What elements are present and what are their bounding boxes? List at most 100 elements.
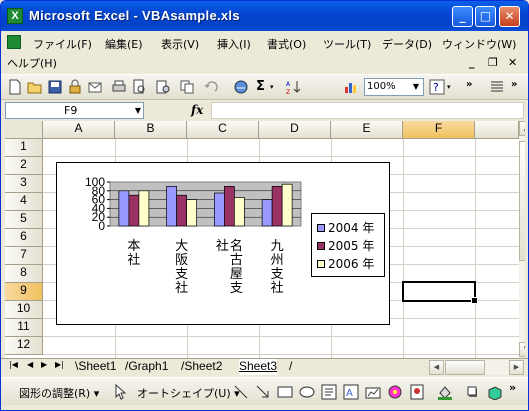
chart-wizard-icon[interactable] xyxy=(343,79,359,95)
column-header-f[interactable]: F xyxy=(403,121,475,139)
autoshapes-button[interactable]: オートシェイプ(U) ▾ xyxy=(137,385,240,401)
email-icon[interactable] xyxy=(87,79,103,95)
row-header-3[interactable]: 3 xyxy=(5,175,43,193)
scroll-right-icon[interactable]: ▶ xyxy=(509,360,524,375)
column-header-c[interactable]: C xyxy=(187,121,259,139)
vertical-scrollbar[interactable]: ▲ ▼ xyxy=(519,121,525,358)
sort-ascending-icon[interactable]: AZ xyxy=(285,79,301,95)
menu-file[interactable]: ファイル(F) xyxy=(33,36,92,52)
sheet-tab-label: Sheet3 xyxy=(239,359,278,373)
scrollbar-thumb[interactable] xyxy=(519,141,525,261)
horizontal-scrollbar[interactable]: ◀ ▶ xyxy=(429,360,525,375)
menu-window[interactable]: ウィンドウ(W) xyxy=(442,36,516,52)
excel-app-icon[interactable]: X xyxy=(7,8,23,24)
prev-sheet-icon[interactable]: ◀ xyxy=(27,360,33,369)
menu-help[interactable]: ヘルプ(H) xyxy=(7,55,57,71)
shadow-style-icon[interactable] xyxy=(467,384,483,400)
new-icon[interactable] xyxy=(7,79,23,95)
formula-input[interactable] xyxy=(211,102,524,119)
name-box[interactable]: F9 ▼ xyxy=(5,102,144,119)
menu-format[interactable]: 書式(O) xyxy=(267,36,306,52)
help-dropdown-icon[interactable]: ▾ xyxy=(447,79,463,95)
row-header-8[interactable]: 8 xyxy=(5,265,43,283)
title-bar[interactable]: X Microsoft Excel - VBAsample.xls _ □ ✕ xyxy=(1,1,528,31)
sheet-tab-sheet1[interactable]: \Sheet1 xyxy=(75,359,116,375)
workbook-icon[interactable] xyxy=(7,35,21,49)
scroll-down-icon[interactable]: ▼ xyxy=(519,342,525,357)
hyperlink-icon[interactable] xyxy=(233,79,249,95)
row-header-1[interactable]: 1 xyxy=(5,139,43,157)
doc-close-button[interactable]: ✕ xyxy=(508,56,517,69)
zoom-dropdown[interactable]: 100% ▼ xyxy=(364,78,424,96)
save-icon[interactable] xyxy=(47,79,63,95)
research-icon[interactable] xyxy=(155,79,171,95)
text-box-icon[interactable] xyxy=(321,384,337,400)
sheet-tab-sheet2[interactable]: /Sheet2 xyxy=(181,359,222,375)
doc-minimize-button[interactable]: _ xyxy=(469,56,475,69)
diagram-icon[interactable] xyxy=(365,384,381,400)
print-icon[interactable] xyxy=(111,79,127,95)
insert-picture-icon[interactable] xyxy=(409,384,425,400)
permission-icon[interactable] xyxy=(67,79,83,95)
3d-style-icon[interactable] xyxy=(487,384,503,400)
row-header-2[interactable]: 2 xyxy=(5,157,43,175)
insert-function-icon[interactable]: fx xyxy=(191,103,203,117)
scroll-left-icon[interactable]: ◀ xyxy=(429,360,444,375)
arrow-icon[interactable] xyxy=(255,384,271,400)
undo-icon[interactable] xyxy=(203,79,219,95)
last-sheet-icon[interactable]: ▶| xyxy=(55,360,64,369)
maximize-button[interactable]: □ xyxy=(475,6,496,27)
column-header-a[interactable]: A xyxy=(43,121,115,139)
sheet-tab-sheet3[interactable]: Sheet3 xyxy=(239,359,278,375)
menu-view[interactable]: 表示(V) xyxy=(161,36,199,52)
menu-insert[interactable]: 挿入(I) xyxy=(217,36,251,52)
autosum-dropdown-icon[interactable]: ▾ xyxy=(270,79,286,95)
column-header-g[interactable] xyxy=(475,121,519,139)
rectangle-icon[interactable] xyxy=(277,384,293,400)
row-header-7[interactable]: 7 xyxy=(5,247,43,265)
fill-color-icon[interactable] xyxy=(437,384,453,400)
scroll-up-icon[interactable]: ▲ xyxy=(519,121,525,136)
column-header-b[interactable]: B xyxy=(115,121,187,139)
column-header-e[interactable]: E xyxy=(331,121,403,139)
chart-legend[interactable]: 2004 年 2005 年 2006 年 xyxy=(311,213,385,277)
name-box-dropdown-icon[interactable]: ▼ xyxy=(135,103,141,118)
select-objects-icon[interactable] xyxy=(113,384,129,400)
sheet-tab-graph1[interactable]: /Graph1 xyxy=(125,359,168,375)
toolbar-options-icon[interactable]: » xyxy=(466,79,482,95)
drawbar-options-icon[interactable]: » xyxy=(509,381,516,394)
close-button[interactable]: ✕ xyxy=(499,6,520,27)
column-header-d[interactable]: D xyxy=(259,121,331,139)
select-all-corner[interactable] xyxy=(5,121,43,139)
draw-menu-button[interactable]: 図形の調整(R) ▾ xyxy=(19,385,99,401)
menu-tools[interactable]: ツール(T) xyxy=(323,36,371,52)
row-header-6[interactable]: 6 xyxy=(5,229,43,247)
menu-edit[interactable]: 編集(E) xyxy=(105,36,143,52)
minimize-button[interactable]: _ xyxy=(452,6,473,27)
toolbar-options-2-icon[interactable]: » xyxy=(511,79,527,95)
next-sheet-icon[interactable]: ▶ xyxy=(41,360,47,369)
active-cell-f9[interactable] xyxy=(402,281,478,304)
help-icon[interactable]: ? xyxy=(429,79,445,95)
row-header-9[interactable]: 9 xyxy=(5,283,43,301)
worksheet-grid[interactable]: A B C D E F 1 2 3 4 5 6 7 8 9 10 11 12 1… xyxy=(5,121,525,358)
row-header-12[interactable]: 12 xyxy=(5,337,43,355)
menu-data[interactable]: データ(D) xyxy=(382,36,432,52)
row-header-4[interactable]: 4 xyxy=(5,193,43,211)
first-sheet-icon[interactable]: |◀ xyxy=(9,360,18,369)
oval-icon[interactable] xyxy=(299,384,315,400)
open-icon[interactable] xyxy=(27,79,43,95)
row-header-11[interactable]: 11 xyxy=(5,319,43,337)
h-scrollbar-thumb[interactable] xyxy=(445,360,485,375)
row-header-10[interactable]: 10 xyxy=(5,301,43,319)
wordart-icon[interactable]: A xyxy=(343,384,359,400)
clip-art-icon[interactable] xyxy=(387,384,403,400)
copy-icon[interactable] xyxy=(179,79,195,95)
align-icon[interactable] xyxy=(489,79,505,95)
doc-restore-button[interactable]: ❐ xyxy=(488,56,498,69)
line-icon[interactable] xyxy=(233,384,249,400)
embedded-chart[interactable]: 100 80 60 40 20 0 本社大阪支社名古屋支社九州支社 2004 年 2005 … xyxy=(56,162,390,325)
chevron-down-icon[interactable]: ▼ xyxy=(410,80,422,94)
print-preview-icon[interactable] xyxy=(131,79,147,95)
row-header-5[interactable]: 5 xyxy=(5,211,43,229)
